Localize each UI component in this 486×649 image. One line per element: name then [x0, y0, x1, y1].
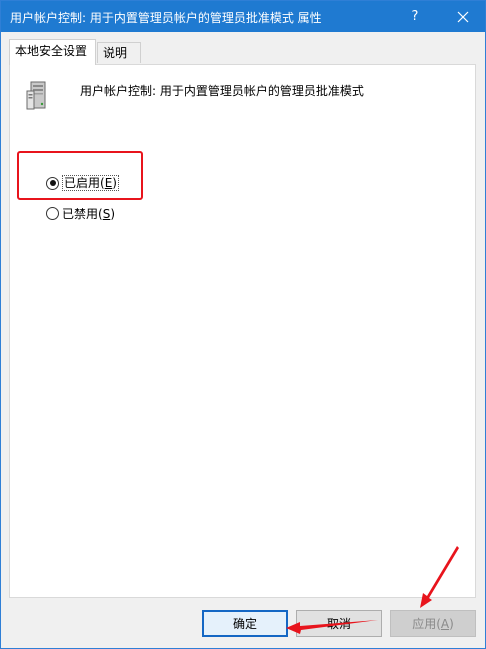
tab-explain[interactable]: 说明	[97, 42, 141, 63]
close-button[interactable]	[447, 1, 479, 32]
cancel-button[interactable]: 取消	[296, 610, 382, 637]
help-button[interactable]: ?	[400, 1, 430, 32]
apply-button[interactable]: 应用(A)	[390, 610, 476, 637]
policy-name: 用户帐户控制: 用于内置管理员帐户的管理员批准模式	[80, 84, 364, 98]
tab-local-security-setting[interactable]: 本地安全设置	[9, 39, 96, 65]
server-icon	[26, 81, 46, 110]
close-icon	[457, 11, 469, 22]
radio-disabled-indicator[interactable]	[46, 206, 59, 220]
title-bar: 用户帐户控制: 用于内置管理员帐户的管理员批准模式 属性 ?	[1, 1, 485, 32]
highlight-box	[17, 151, 143, 200]
tab-panel: 用户帐户控制: 用于内置管理员帐户的管理员批准模式 已启用(E) 已禁用(S)	[9, 64, 476, 598]
help-icon: ?	[411, 9, 419, 24]
radio-disabled-label: 已禁用(S)	[62, 206, 116, 221]
radio-disabled[interactable]: 已禁用(S)	[46, 204, 115, 222]
window-title: 用户帐户控制: 用于内置管理员帐户的管理员批准模式 属性	[10, 11, 322, 25]
ok-button[interactable]: 确定	[202, 610, 288, 637]
